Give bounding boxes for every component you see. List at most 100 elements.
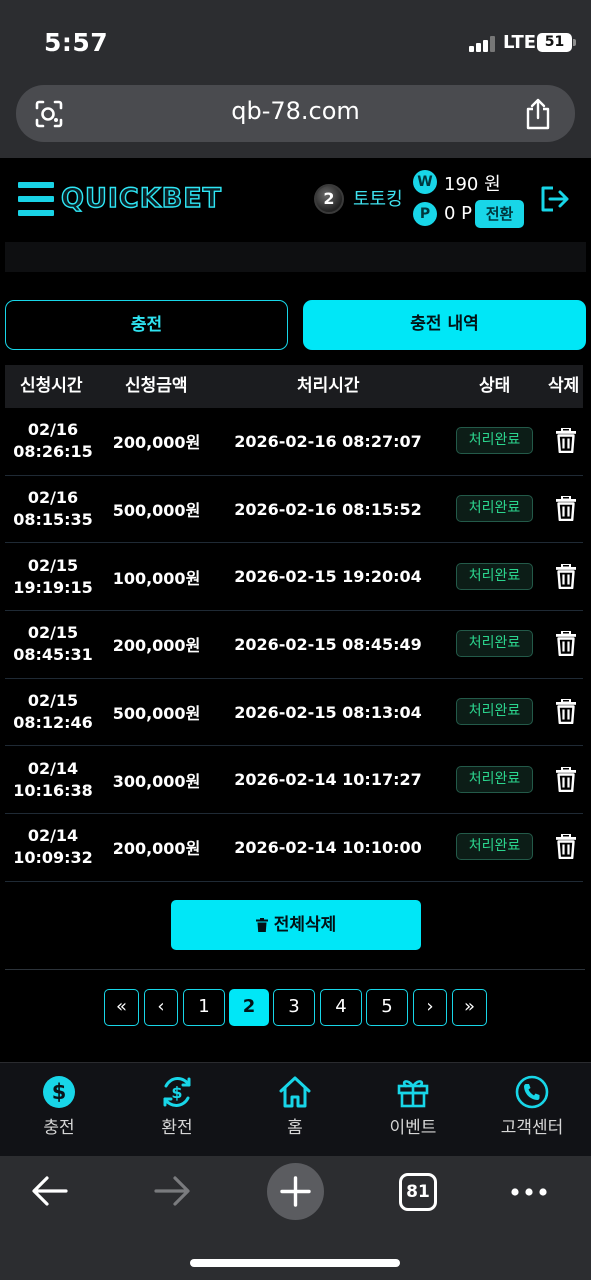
status-badge: 처리완료	[456, 630, 533, 658]
status-badge: 처리완료	[456, 765, 533, 793]
nav-support[interactable]: 고객센터	[477, 1075, 587, 1138]
forward-icon[interactable]	[152, 1174, 192, 1208]
status-badge: 처리완료	[456, 427, 533, 455]
page-button-3[interactable]: 3	[273, 989, 315, 1026]
processed-time: 2026-02-15 19:20:04	[234, 567, 422, 587]
header-request-time: 신청시간	[20, 376, 83, 396]
svg-text:$: $	[52, 1080, 67, 1104]
points-icon: P	[413, 202, 437, 226]
nav-label: 충전	[43, 1118, 75, 1138]
battery-icon: 51	[537, 33, 576, 52]
convert-button[interactable]: 전환	[475, 200, 524, 228]
trash-icon[interactable]	[556, 427, 576, 454]
processed-time: 2026-02-14 10:10:00	[234, 837, 422, 857]
page-first-button[interactable]: «	[104, 989, 139, 1026]
page-prev-button[interactable]: ‹	[144, 989, 178, 1026]
header-request-amount: 신청금액	[125, 376, 188, 396]
back-icon[interactable]	[30, 1174, 70, 1208]
header-status: 상태	[479, 376, 511, 396]
bottom-nav: $ 충전 $ 환전 홈 이벤트 고객센터	[0, 1062, 591, 1156]
page-button-1[interactable]: 1	[183, 989, 225, 1026]
status-badge: 처리완료	[456, 833, 533, 861]
delete-all-button[interactable]: 전체삭제	[171, 900, 421, 950]
menu-icon[interactable]	[18, 182, 54, 216]
nav-event[interactable]: 이벤트	[358, 1075, 468, 1138]
money-icon: W	[413, 170, 437, 194]
history-table: 신청시간 신청금액 처리시간 상태 삭제 02/16 08:26:15 200,00…	[5, 365, 583, 882]
page-button-2[interactable]: 2	[229, 989, 269, 1026]
table-row: 02/15 19:19:15 100,000원 2026-02-15 19:20:04…	[5, 543, 583, 612]
share-icon[interactable]	[523, 97, 553, 131]
nav-label: 고객센터	[500, 1118, 564, 1138]
lens-icon[interactable]	[34, 99, 64, 129]
trash-icon[interactable]	[556, 562, 576, 589]
nav-exchange[interactable]: $ 환전	[122, 1075, 232, 1138]
status-badge: 처리완료	[456, 495, 533, 523]
request-time: 02/14 10:16:38	[5, 746, 101, 813]
status-time: 5:57	[44, 28, 109, 57]
trash-icon[interactable]	[556, 833, 576, 860]
request-date: 02/14	[27, 758, 79, 778]
site-logo[interactable]: QUICKBET	[60, 182, 222, 214]
request-clock: 08:45:31	[13, 645, 93, 665]
request-clock: 10:09:32	[13, 848, 93, 868]
request-date: 02/14	[27, 826, 79, 846]
table-row: 02/16 08:26:15 200,000원 2026-02-16 08:27:07…	[5, 408, 583, 476]
page-button-5[interactable]: 5	[366, 989, 408, 1026]
request-amount: 500,000원	[112, 704, 201, 724]
tab-charge[interactable]: 충전	[5, 300, 288, 350]
page-last-button[interactable]: »	[452, 989, 487, 1026]
processed-time: 2026-02-16 08:27:07	[234, 431, 422, 451]
site-header: QUICKBET 2 토토킹 W 190 원 P 0 P 전환	[0, 158, 591, 240]
phone-icon	[515, 1075, 549, 1109]
request-time: 02/15 19:19:15	[5, 543, 101, 610]
table-row: 02/14 10:16:38 300,000원 2026-02-14 10:17:27…	[5, 746, 583, 815]
address-bar[interactable]: qb-78.com	[16, 85, 575, 142]
logout-icon[interactable]	[540, 185, 570, 213]
page-button-4[interactable]: 4	[320, 989, 362, 1026]
page-next-button[interactable]: ›	[413, 989, 447, 1026]
nav-home[interactable]: 홈	[240, 1075, 350, 1138]
nav-charge[interactable]: $ 충전	[4, 1075, 114, 1138]
processed-time: 2026-02-14 10:17:27	[234, 770, 422, 790]
nav-label: 이벤트	[389, 1118, 437, 1138]
username[interactable]: 토토킹	[353, 185, 403, 211]
request-date: 02/16	[27, 488, 79, 508]
request-clock: 10:16:38	[13, 780, 93, 800]
gift-icon	[397, 1080, 429, 1108]
table-row: 02/16 08:15:35 500,000원 2026-02-16 08:15:52…	[5, 476, 583, 544]
status-bar: 5:57 LTE 51	[0, 0, 591, 84]
request-date: 02/16	[27, 420, 79, 440]
trash-icon[interactable]	[556, 495, 576, 522]
plus-icon	[280, 1176, 311, 1207]
level-badge: 2	[314, 184, 344, 214]
home-icon	[279, 1076, 311, 1108]
request-clock: 19:19:15	[13, 577, 93, 597]
header-processed-time: 처리시간	[297, 376, 360, 396]
points-balance: 0 P	[444, 203, 473, 224]
request-time: 02/16 08:15:35	[5, 476, 101, 543]
processed-time: 2026-02-16 08:15:52	[234, 499, 422, 519]
nav-label: 환전	[161, 1118, 193, 1138]
trash-icon[interactable]	[556, 630, 576, 657]
divider	[5, 969, 585, 970]
trash-icon[interactable]	[556, 765, 576, 792]
tab-charge-history[interactable]: 충전 내역	[303, 300, 586, 350]
new-tab-button[interactable]	[267, 1163, 324, 1220]
url-text[interactable]: qb-78.com	[116, 97, 475, 125]
processed-time: 2026-02-15 08:13:04	[234, 702, 422, 722]
request-time: 02/15 08:12:46	[5, 679, 101, 746]
table-body: 02/16 08:26:15 200,000원 2026-02-16 08:27:07…	[5, 408, 583, 882]
processed-time: 2026-02-15 08:45:49	[234, 634, 422, 654]
svg-text:$: $	[171, 1083, 182, 1102]
web-content: QUICKBET 2 토토킹 W 190 원 P 0 P 전환 충전 충전 내역…	[0, 158, 591, 1156]
more-icon[interactable]	[511, 1188, 547, 1196]
trash-icon[interactable]	[556, 698, 576, 725]
header-delete: 삭제	[548, 376, 580, 396]
request-amount: 300,000원	[112, 771, 201, 791]
request-date: 02/15	[27, 623, 79, 643]
request-time: 02/16 08:26:15	[5, 408, 101, 475]
table-row: 02/15 08:12:46 500,000원 2026-02-15 08:13:04…	[5, 679, 583, 747]
nav-label: 홈	[287, 1118, 303, 1138]
tab-count-button[interactable]: 81	[399, 1173, 437, 1211]
